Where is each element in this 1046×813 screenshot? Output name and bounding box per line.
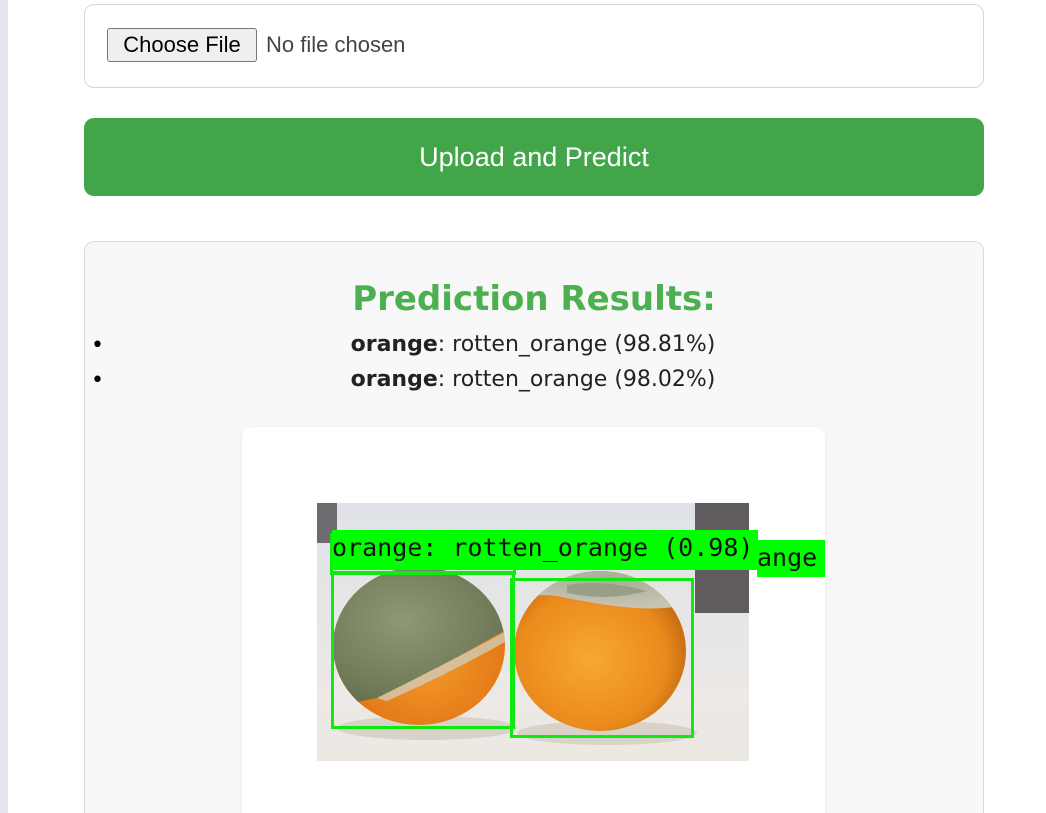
choose-file-button[interactable]: Choose File	[107, 28, 257, 62]
prediction-item: • orange: rotten_orange (98.81%)	[88, 327, 978, 362]
detection-label-primary: orange: rotten_orange (0.98)	[332, 530, 758, 570]
file-input-box: Choose File No file chosen	[84, 4, 984, 88]
results-title: Prediction Results:	[352, 279, 716, 319]
bullet-icon: •	[91, 368, 104, 393]
prediction-separator: :	[437, 332, 453, 357]
left-scroll-rail	[0, 0, 8, 813]
prediction-text: rotten_orange (98.81%)	[452, 332, 716, 357]
prediction-text: rotten_orange (98.02%)	[452, 367, 716, 392]
prediction-label: orange	[350, 332, 438, 357]
upload-and-predict-button[interactable]: Upload and Predict	[84, 118, 984, 196]
file-status-text: No file chosen	[266, 32, 406, 57]
detection-label-secondary: ange	[757, 540, 825, 577]
bullet-icon: •	[91, 333, 104, 358]
detection-box-left	[331, 571, 515, 729]
page: Choose File No file chosen Upload and Pr…	[0, 0, 1046, 813]
prediction-item: • orange: rotten_orange (98.02%)	[88, 362, 978, 397]
prediction-label: orange	[350, 367, 438, 392]
detection-box-right	[510, 578, 694, 738]
prediction-separator: :	[437, 367, 453, 392]
prediction-list: • orange: rotten_orange (98.81%) • orang…	[88, 327, 978, 397]
